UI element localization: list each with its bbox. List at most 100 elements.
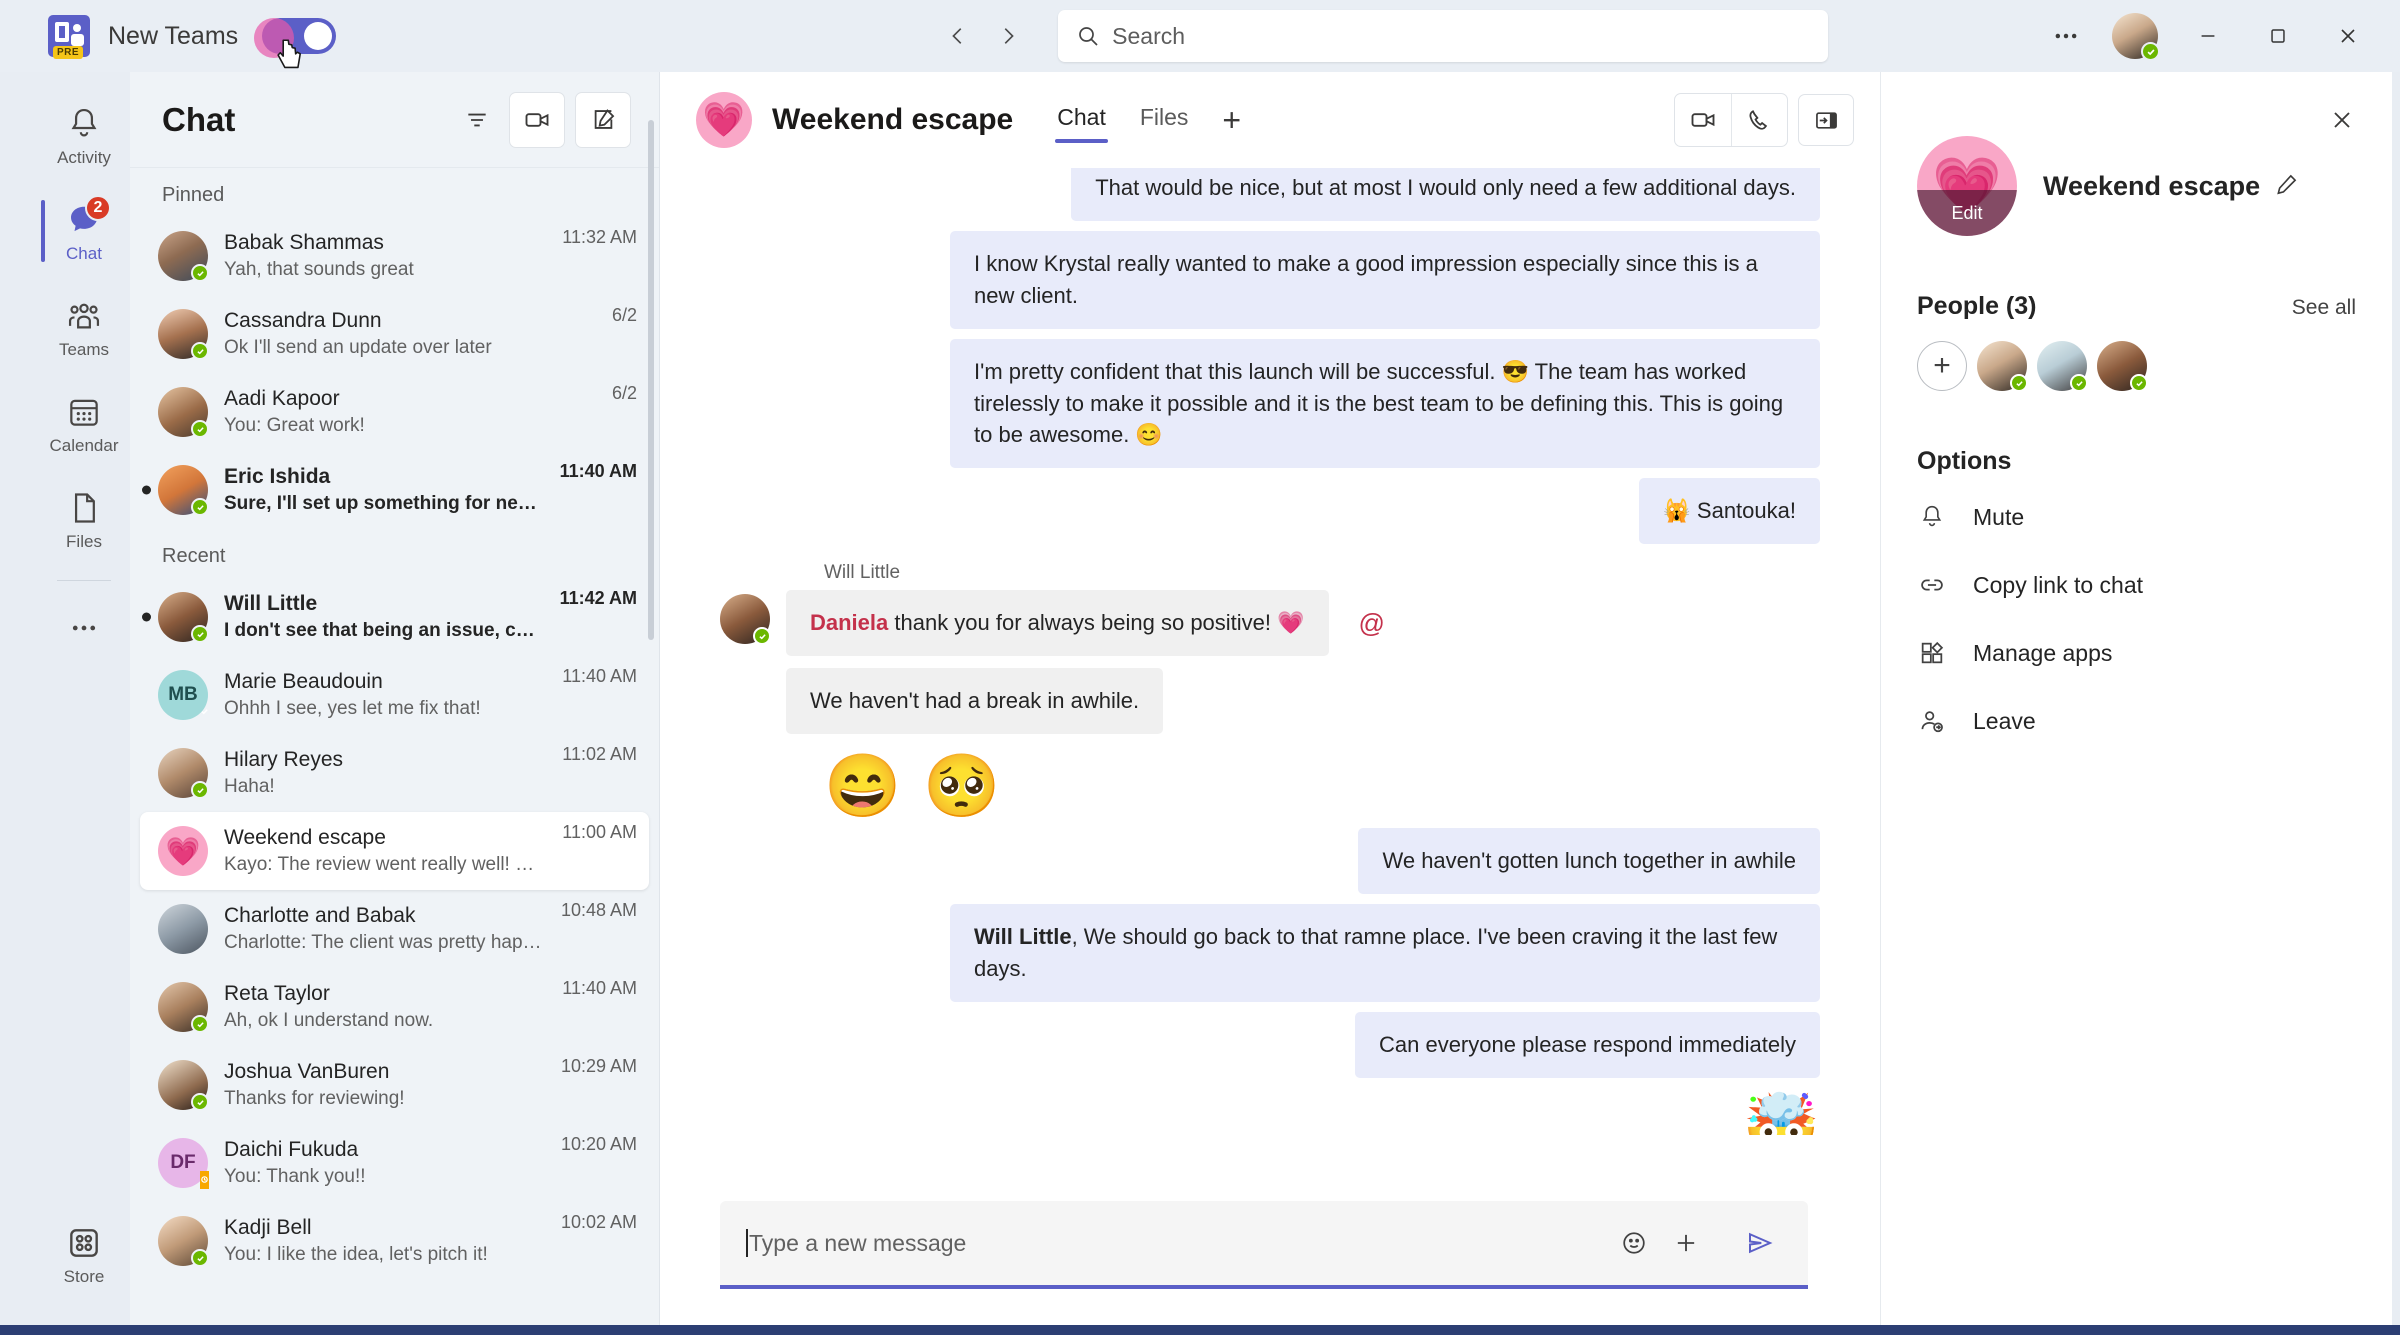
new-chat-button[interactable] [575, 91, 631, 148]
chat-item-time: 6/2 [611, 383, 637, 403]
close-button[interactable] [2314, 0, 2382, 72]
compose-box[interactable]: Type a new message [720, 1201, 1808, 1289]
call-button-group [1674, 93, 1788, 147]
new-teams-toggle[interactable] [254, 18, 337, 58]
meet-now-button[interactable] [509, 91, 565, 148]
chat-list-item[interactable]: Reta Taylor Ah, ok I understand now. 11:… [140, 968, 649, 1046]
chat-avatar-editable[interactable]: 💗 Edit [1917, 136, 2017, 236]
message-bubble: That would be nice, but at most I would … [1071, 168, 1820, 221]
message-bubble: Can everyone please respond immediately [1354, 1011, 1820, 1078]
sidebar-item-chat[interactable]: 2 Chat [41, 186, 127, 278]
chat-list-item[interactable]: Aadi Kapoor You: Great work! 6/2 [140, 373, 649, 451]
audio-call-button[interactable] [1731, 94, 1787, 146]
sidebar-item-activity[interactable]: Activity [41, 90, 127, 182]
send-button[interactable] [1734, 1217, 1786, 1269]
person-avatar[interactable] [2037, 341, 2088, 392]
sticker-row: 🤯 [720, 1095, 1820, 1135]
message-bubble: 🙀 Santouka! [1639, 478, 1820, 545]
chat-list-item[interactable]: Hilary Reyes Haha! 11:02 AM [140, 734, 649, 812]
option-copy-link[interactable]: Copy link to chat [1917, 558, 2356, 612]
message-row: 🙀 Santouka! [720, 478, 1820, 545]
new-teams-label: New Teams [108, 21, 239, 50]
search-input[interactable]: Search [1058, 10, 1829, 62]
chat-list-scroll[interactable]: Pinned Babak Shammas Yah, that sounds gr… [130, 168, 659, 1335]
chat-item-name: Will Little [224, 591, 318, 615]
tab-files[interactable]: Files [1126, 94, 1203, 147]
teams-window: PRE New Teams Search Activity 2 Chat Tea… [0, 0, 2400, 1335]
back-button[interactable] [936, 14, 980, 58]
message-input[interactable]: Type a new message [746, 1229, 1608, 1257]
close-icon [2334, 112, 2350, 128]
sidebar-item-files[interactable]: Files [41, 474, 127, 566]
chat-list-scrollbar[interactable] [648, 120, 654, 640]
see-all-people-link[interactable]: See all [2292, 296, 2356, 320]
chat-item-preview: Ah, ok I understand now. [224, 1009, 434, 1031]
mention-token: Daniela [810, 610, 889, 636]
leave-icon [1917, 706, 1947, 736]
chat-list-item[interactable]: Kadji Bell You: I like the idea, let's p… [140, 1202, 649, 1280]
chat-item-name: Marie Beaudouin [224, 669, 383, 693]
chat-item-time: 11:42 AM [559, 588, 637, 608]
chat-item-preview: Haha! [224, 775, 275, 797]
forward-button[interactable] [986, 14, 1030, 58]
more-options-button[interactable] [2036, 10, 2096, 62]
conversation-actions [1674, 93, 1854, 147]
edit-chat-name-button[interactable] [2274, 171, 2300, 202]
sidebar-item-teams[interactable]: Teams [41, 282, 127, 374]
tab-chat[interactable]: Chat [1043, 94, 1120, 147]
option-label: Manage apps [1973, 639, 2113, 666]
chat-list-item[interactable]: MB Marie Beaudouin Ohhh I see, yes let m… [140, 656, 649, 734]
chat-list-item[interactable]: DF Daichi Fukuda You: Thank you!! 10:20 … [140, 1124, 649, 1202]
message-thread[interactable]: That would be nice, but at most I would … [660, 168, 1880, 1135]
title-bar: PRE New Teams Search [0, 0, 2400, 72]
chat-item-name: Eric Ishida [224, 464, 331, 488]
user-avatar[interactable] [2112, 13, 2160, 61]
title-bar-left: PRE New Teams [0, 15, 337, 69]
chat-item-time: 10:48 AM [560, 900, 637, 920]
minimize-button[interactable] [2174, 0, 2242, 72]
close-panel-button[interactable] [2328, 106, 2356, 139]
chat-list-panel: Chat Pinned Babak Shammas Yah, that soun… [130, 72, 660, 1335]
chat-list-item[interactable]: Cassandra Dunn Ok I'll send an update ov… [140, 295, 649, 373]
person-avatar[interactable] [2097, 341, 2148, 392]
presence-badge-available [191, 420, 209, 438]
chat-list-item[interactable]: Charlotte and Babak Charlotte: The clien… [140, 890, 649, 968]
sidebar-item-calendar[interactable]: Calendar [41, 378, 127, 470]
emoji-button[interactable] [1608, 1217, 1660, 1269]
sidebar-item-label: Store [63, 1266, 105, 1286]
open-details-panel-button[interactable] [1798, 94, 1854, 146]
video-camera-icon [1691, 113, 1715, 127]
person-avatar[interactable] [1977, 341, 2028, 392]
maximize-button[interactable] [2244, 0, 2312, 72]
chat-list-item-weekend-escape[interactable]: 💗 Weekend escape Kayo: The review went r… [140, 812, 649, 890]
option-leave[interactable]: Leave [1917, 694, 2356, 748]
chat-list-item[interactable]: Will Little I don't see that being an is… [140, 578, 649, 656]
chat-list-item[interactable]: Joshua VanBuren Thanks for reviewing! 10… [140, 1046, 649, 1124]
add-person-button[interactable]: + [1917, 341, 1967, 391]
option-manage-apps[interactable]: Manage apps [1917, 626, 2356, 680]
plus-icon [1677, 1234, 1695, 1252]
chat-item-time: 11:32 AM [562, 227, 637, 247]
phone-icon [1749, 109, 1768, 130]
sidebar-item-store[interactable]: Store [41, 1209, 127, 1301]
presence-badge-available [2010, 374, 2028, 392]
add-tab-button[interactable]: + [1208, 102, 1255, 139]
filter-button[interactable] [455, 92, 499, 148]
option-mute[interactable]: Mute [1917, 490, 2356, 544]
chat-list-item[interactable]: Eric Ishida Sure, I'll set up something … [140, 451, 649, 529]
toggle-knob [304, 22, 333, 50]
add-attachment-button[interactable] [1660, 1217, 1712, 1269]
chat-item-time: 10:20 AM [560, 1134, 637, 1154]
sidebar-item-label: Activity [57, 147, 111, 167]
nav-controls: Search [936, 10, 1829, 62]
unread-indicator [142, 612, 151, 622]
option-label: Mute [1973, 503, 2025, 530]
video-call-button[interactable] [1675, 94, 1731, 146]
avatar: MB [158, 670, 208, 720]
file-icon [65, 489, 103, 527]
message-row: Can everyone please respond immediately [720, 1011, 1820, 1078]
people-heading: People (3) [1917, 292, 2037, 320]
chat-list-item[interactable]: Babak Shammas Yah, that sounds great 11:… [140, 217, 649, 295]
presence-badge-available [191, 342, 209, 360]
rail-more-button[interactable] [41, 597, 127, 659]
